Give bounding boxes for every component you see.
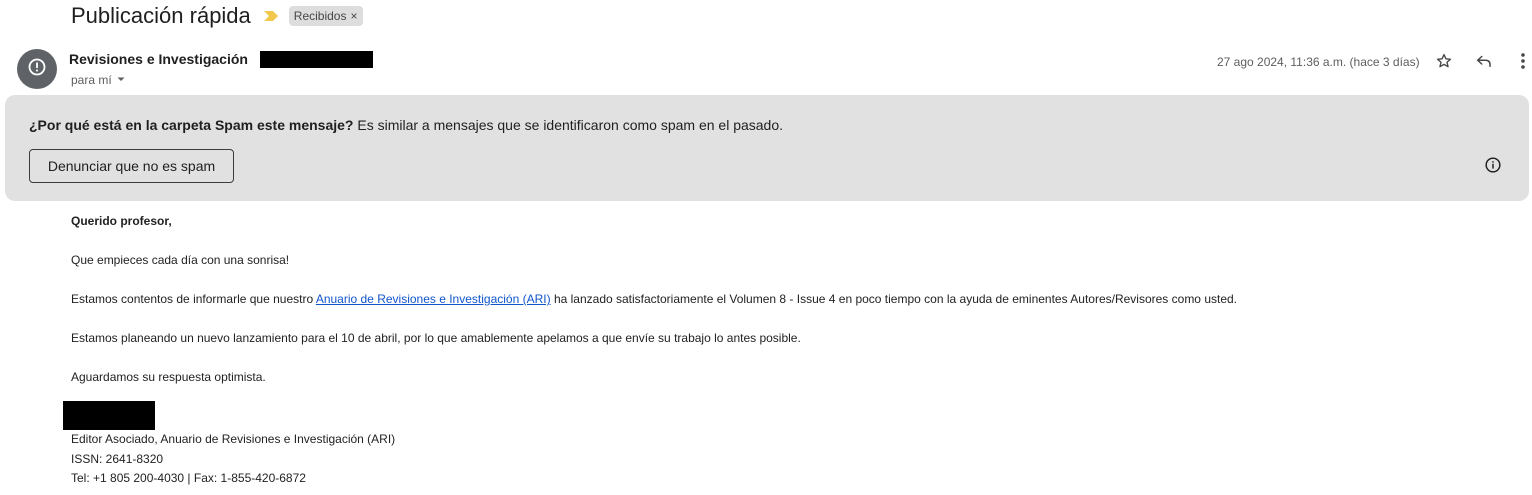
body-text: ha lanzado satisfactoriamente el Volumen… bbox=[550, 292, 1238, 306]
subject-row: Publicación rápida Recibidos × bbox=[71, 2, 363, 30]
email-subject: Publicación rápida bbox=[71, 3, 251, 28]
label-chip-inbox[interactable]: Recibidos × bbox=[288, 6, 363, 26]
sender-avatar[interactable] bbox=[17, 49, 57, 89]
body-paragraph: Estamos planeando un nuevo lanzamiento p… bbox=[71, 331, 801, 345]
label-chip-text: Recibidos bbox=[293, 9, 347, 23]
greeting: Querido profesor, bbox=[71, 214, 172, 228]
email-view: Publicación rápida Recibidos × Revisione… bbox=[0, 0, 1532, 495]
journal-link[interactable]: Anuario de Revisiones e Investigación (A… bbox=[316, 292, 551, 306]
report-not-spam-button[interactable]: Denunciar que no es spam bbox=[29, 149, 234, 183]
spam-reason-explanation: Es similar a mensajes que se identificar… bbox=[353, 117, 784, 133]
redacted-signature-name bbox=[63, 401, 155, 430]
star-icon bbox=[1435, 52, 1453, 75]
body-paragraph: Estamos contentos de informarle que nues… bbox=[71, 292, 1237, 306]
info-icon bbox=[1484, 156, 1502, 179]
sender-name[interactable]: Revisiones e Investigación bbox=[69, 51, 248, 67]
body-text: Estamos contentos de informarle que nues… bbox=[71, 292, 316, 306]
spam-warning-banner: ¿Por qué está en la carpeta Spam este me… bbox=[5, 95, 1529, 201]
spam-reason-text: ¿Por qué está en la carpeta Spam este me… bbox=[29, 117, 783, 133]
more-options-button[interactable] bbox=[1511, 51, 1532, 75]
chevron-down-icon[interactable] bbox=[116, 73, 126, 87]
redacted-sender-email bbox=[260, 51, 373, 68]
reply-icon bbox=[1475, 52, 1493, 75]
remove-label-button[interactable]: × bbox=[350, 9, 357, 23]
star-button[interactable] bbox=[1432, 51, 1456, 75]
email-signature: Editor Asociado, Anuario de Revisiones e… bbox=[71, 430, 395, 489]
recipient-line[interactable]: para mí bbox=[71, 73, 126, 87]
body-paragraph: Aguardamos su respuesta optimista. bbox=[71, 370, 266, 384]
more-vert-icon bbox=[1520, 52, 1526, 75]
importance-marker-icon[interactable] bbox=[263, 9, 279, 23]
body-paragraph: Que empieces cada día con una sonrisa! bbox=[71, 253, 290, 267]
signature-role: Editor Asociado, Anuario de Revisiones e… bbox=[71, 432, 396, 446]
email-date: 27 ago 2024, 11:36 a.m. (hace 3 días) bbox=[1217, 55, 1420, 69]
signature-contact: Tel: +1 805 200-4030 | Fax: 1-855-420-68… bbox=[71, 471, 306, 485]
signature-issn: ISSN: 2641-8320 bbox=[71, 451, 164, 466]
reply-button[interactable] bbox=[1472, 51, 1496, 75]
info-button[interactable] bbox=[1481, 155, 1505, 179]
recipient-text: para mí bbox=[71, 73, 112, 87]
alert-circle-icon bbox=[27, 57, 47, 82]
spam-reason-question: ¿Por qué está en la carpeta Spam este me… bbox=[29, 117, 354, 133]
